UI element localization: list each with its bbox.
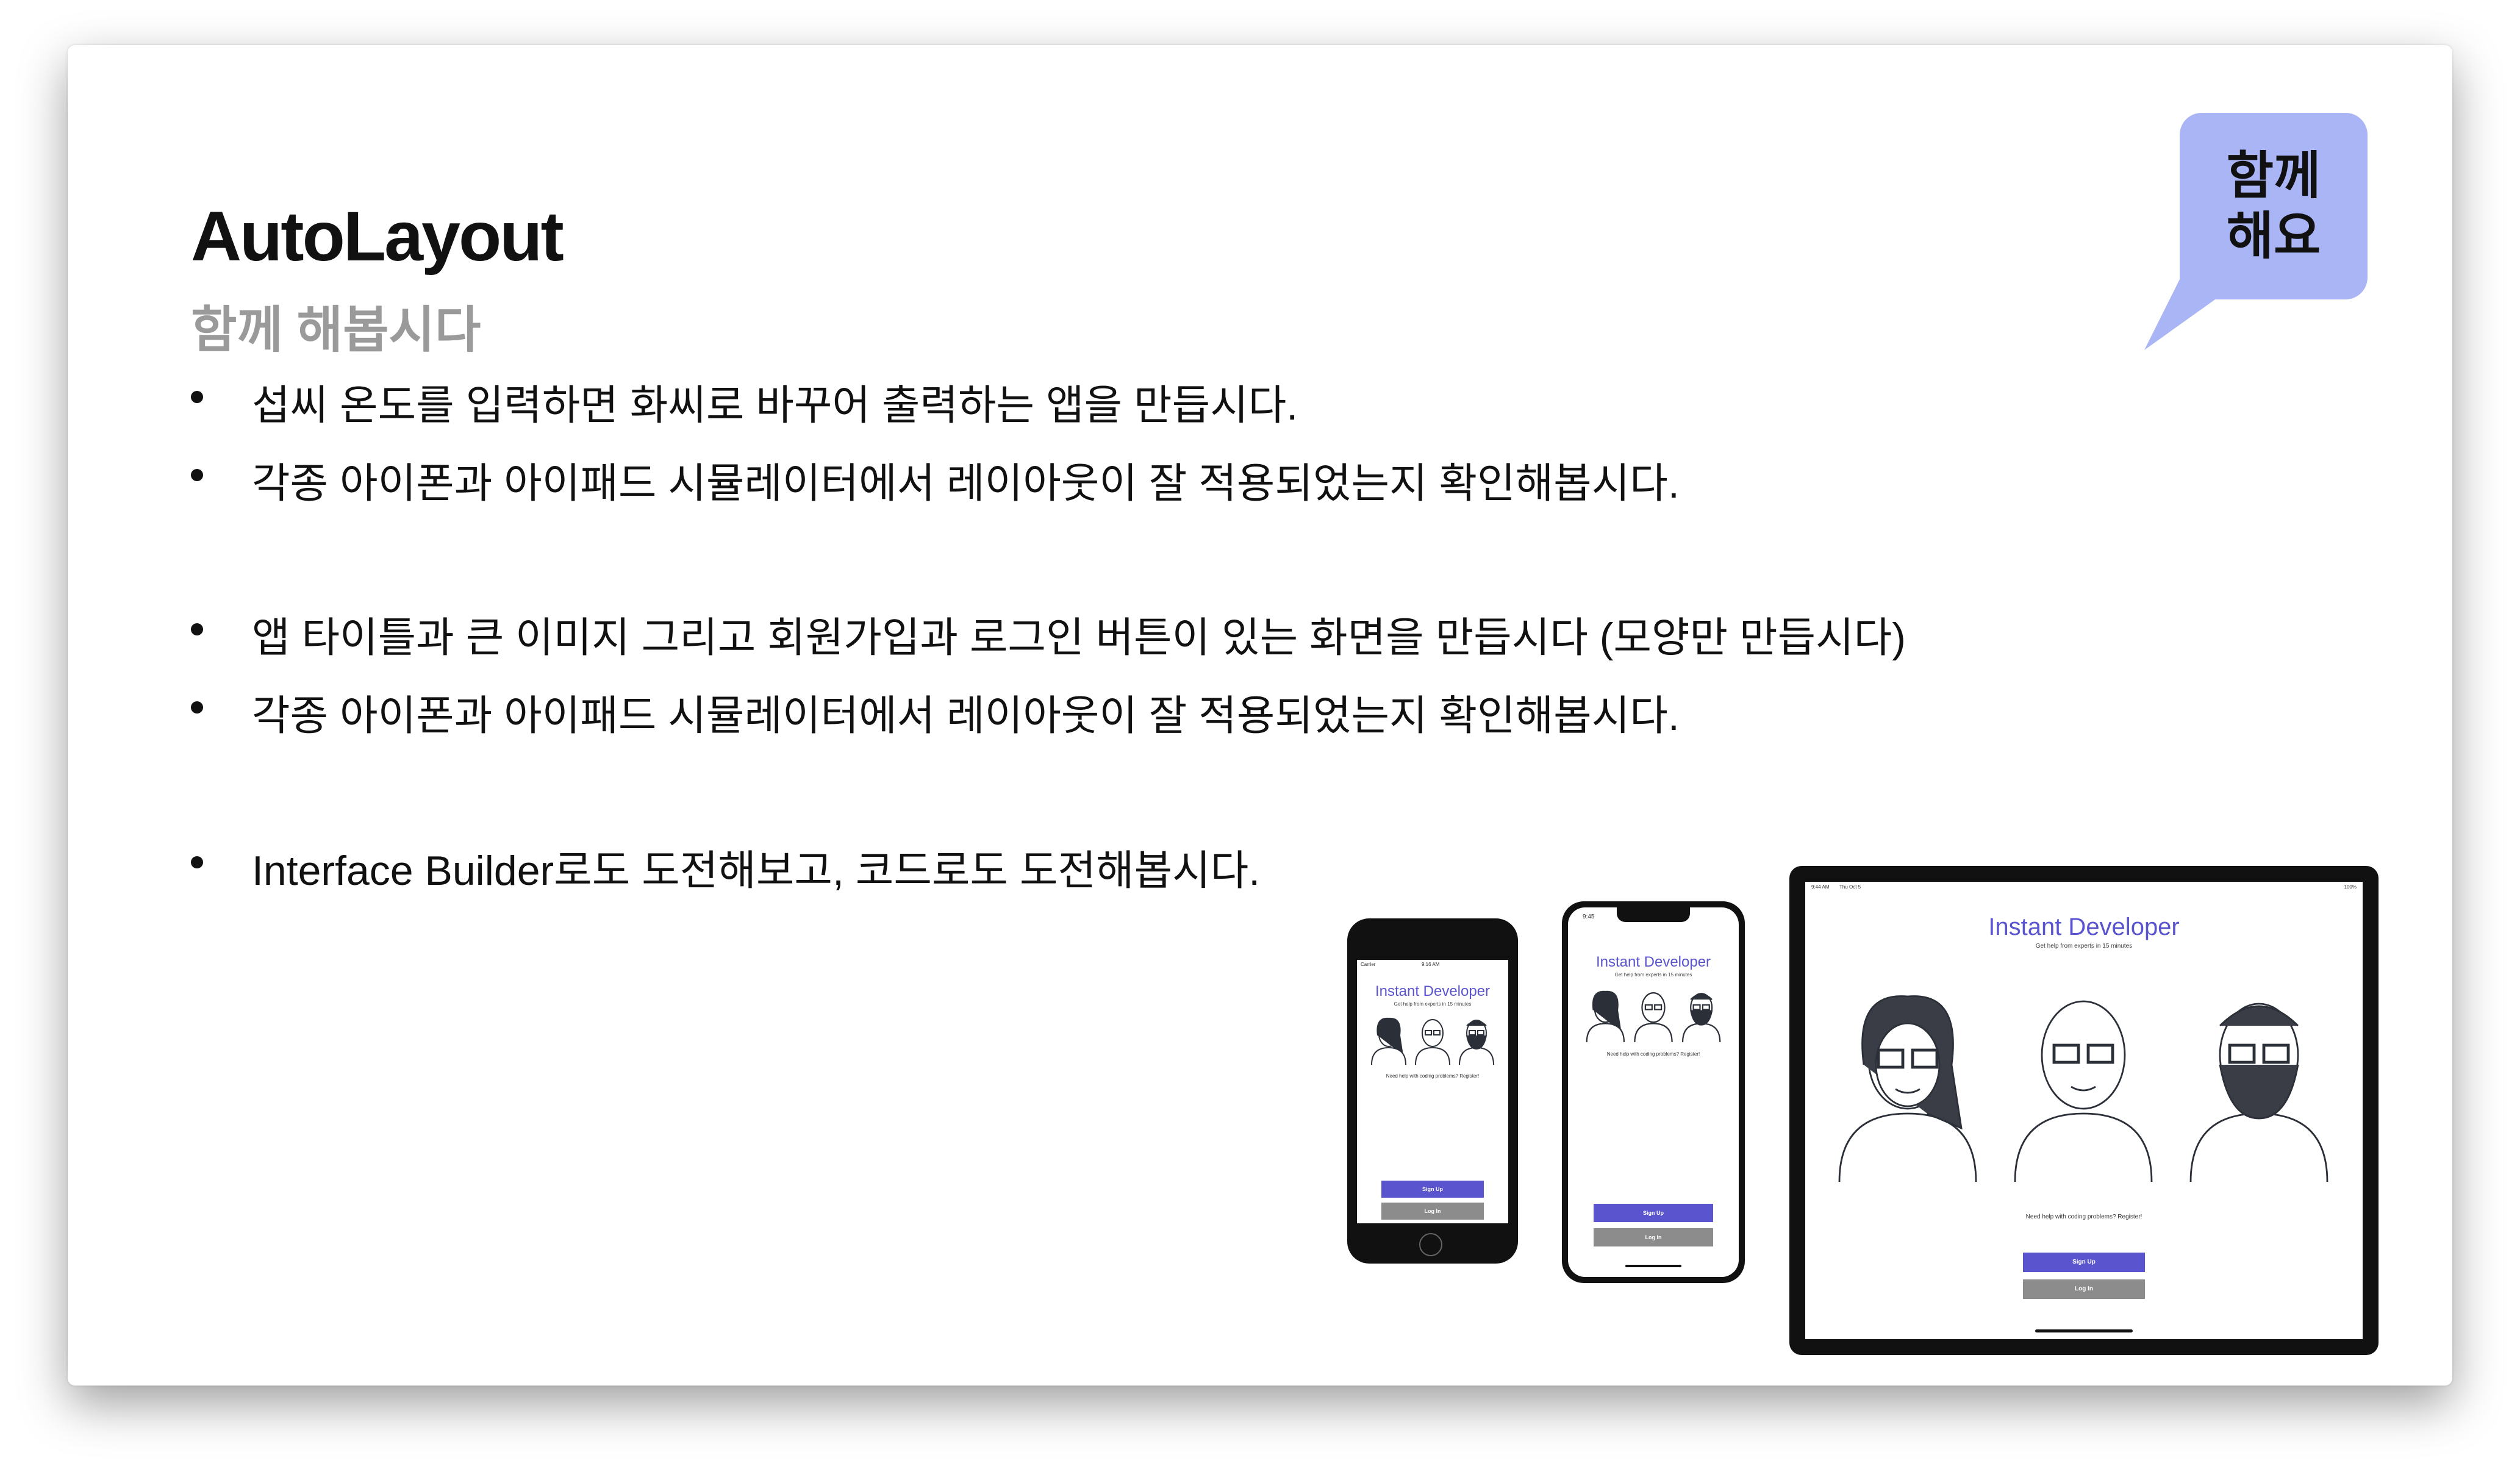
status-time: 9:45: [1583, 914, 1595, 920]
speech-bubble-badge: 함께 해요: [2180, 113, 2368, 299]
iphonex-screen: 9:45 Instant Developer Get help from exp…: [1568, 907, 1739, 1277]
bullet-text: 각종 아이폰과 아이패드 시뮬레이터에서 레이아웃이 잘 적용되었는지 확인해봅…: [252, 460, 1680, 507]
developers-illustration: [1371, 1017, 1494, 1065]
app-subtitle: Get help from experts in 15 minutes: [2035, 943, 2133, 950]
home-indicator: [1625, 1265, 1681, 1267]
login-button[interactable]: Log In: [1594, 1228, 1713, 1246]
slide-title: AutoLayout: [191, 198, 564, 276]
help-text: Need help with coding problems? Register…: [1386, 1073, 1480, 1079]
help-text: Need help with coding problems? Register…: [2025, 1214, 2142, 1220]
slide-subtitle: 함께 해봅시다: [191, 302, 481, 358]
status-carrier: Carrier: [1361, 962, 1376, 967]
signup-button[interactable]: Sign Up: [2023, 1253, 2145, 1272]
bullet-dot-icon: [191, 856, 203, 868]
status-battery: 100%: [2344, 884, 2357, 890]
iphonex-mockup: 9:45 Instant Developer Get help from exp…: [1562, 901, 1745, 1283]
iphone8-screen: Carrier 9:16 AM Instant Developer Get he…: [1357, 960, 1508, 1223]
app-title: Instant Developer: [1375, 983, 1491, 1000]
status-time: 9:16 AM: [1422, 962, 1440, 967]
badge-line-1: 함께: [2226, 146, 2321, 204]
app-title: Instant Developer: [1988, 914, 2180, 940]
status-date: Thu Oct 5: [1839, 884, 1861, 890]
signup-button[interactable]: Sign Up: [1381, 1181, 1484, 1198]
signup-button[interactable]: Sign Up: [1594, 1204, 1713, 1222]
bullet-text: 각종 아이폰과 아이패드 시뮬레이터에서 레이아웃이 잘 적용되었는지 확인해봅…: [252, 693, 1680, 739]
notch: [1617, 907, 1690, 922]
status-time: 9:44 AM: [1811, 884, 1830, 890]
app-title: Instant Developer: [1595, 954, 1711, 970]
ipad-mockup: 9:44 AM Thu Oct 5 100% Instant Developer…: [1789, 866, 2379, 1355]
ipad-screen: 9:44 AM Thu Oct 5 100% Instant Developer…: [1805, 882, 2363, 1339]
login-button[interactable]: Log In: [1381, 1203, 1484, 1220]
developers-illustration: [1586, 990, 1721, 1042]
bullet-text: 섭씨 온도를 입력하면 화씨로 바꾸어 출력하는 앱을 만듭시다.: [252, 382, 1298, 429]
bullet-dot-icon: [191, 701, 203, 713]
bullet-dot-icon: [191, 391, 203, 403]
bullet-dot-icon: [191, 623, 203, 635]
badge-line-2: 해요: [2226, 207, 2321, 265]
bullet-text: Interface Builder로도 도전해보고, 코드로도 도전해봅시다.: [252, 848, 1261, 894]
home-indicator: [2035, 1329, 2133, 1332]
developers-illustration: [1838, 995, 2328, 1182]
app-subtitle: Get help from experts in 15 minutes: [1394, 1001, 1472, 1007]
slide: AutoLayout 함께 해봅시다 함께 해요 섭씨 온도를 입력하면 화씨로…: [68, 45, 2452, 1386]
bullet-text: 앱 타이틀과 큰 이미지 그리고 회원가입과 로그인 버튼이 있는 화면을 만듭…: [252, 615, 1906, 661]
bullet-dot-icon: [191, 469, 203, 481]
home-button-icon: [1419, 1233, 1442, 1256]
iphone8-mockup: Carrier 9:16 AM Instant Developer Get he…: [1347, 918, 1518, 1264]
app-subtitle: Get help from experts in 15 minutes: [1614, 972, 1692, 978]
login-button[interactable]: Log In: [2023, 1279, 2145, 1299]
help-text: Need help with coding problems? Register…: [1606, 1051, 1700, 1057]
